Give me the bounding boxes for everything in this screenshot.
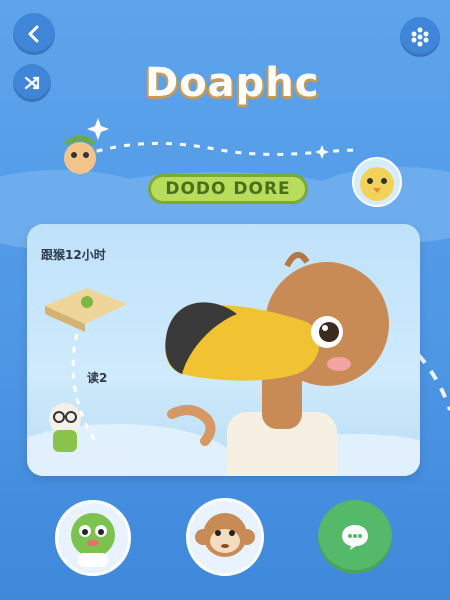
story-card[interactable]: 跟猴12小时 读2 bbox=[27, 224, 420, 476]
menu-button[interactable] bbox=[400, 17, 440, 57]
chat-button[interactable] bbox=[318, 500, 392, 574]
mascot-icon bbox=[64, 135, 96, 174]
shuffle-icon bbox=[24, 76, 40, 90]
monkey-avatar-button[interactable] bbox=[186, 498, 264, 576]
green-turtle-avatar-button[interactable] bbox=[55, 500, 131, 576]
chevron-left-icon bbox=[28, 25, 39, 43]
chat-bubble-icon bbox=[342, 525, 368, 550]
turtle-avatar-icon bbox=[71, 513, 115, 567]
dog-character-icon bbox=[49, 403, 81, 452]
card-label-mid: 读2 bbox=[87, 371, 108, 385]
title-badge-label: DODO DORE bbox=[165, 179, 291, 199]
chick-icon bbox=[352, 157, 402, 207]
dots-grid-icon bbox=[411, 27, 429, 47]
card-label-top: 跟猴12小时 bbox=[41, 248, 106, 262]
sparkle-icon bbox=[315, 145, 329, 159]
app-logo: Doaphc bbox=[145, 60, 320, 106]
shuffle-button[interactable] bbox=[13, 64, 51, 102]
monkey-avatar-icon bbox=[195, 513, 255, 557]
sparkle-icon bbox=[87, 118, 109, 140]
toast-icon bbox=[45, 288, 127, 332]
back-button[interactable] bbox=[13, 13, 55, 55]
title-badge: DODO DORE bbox=[148, 174, 308, 204]
